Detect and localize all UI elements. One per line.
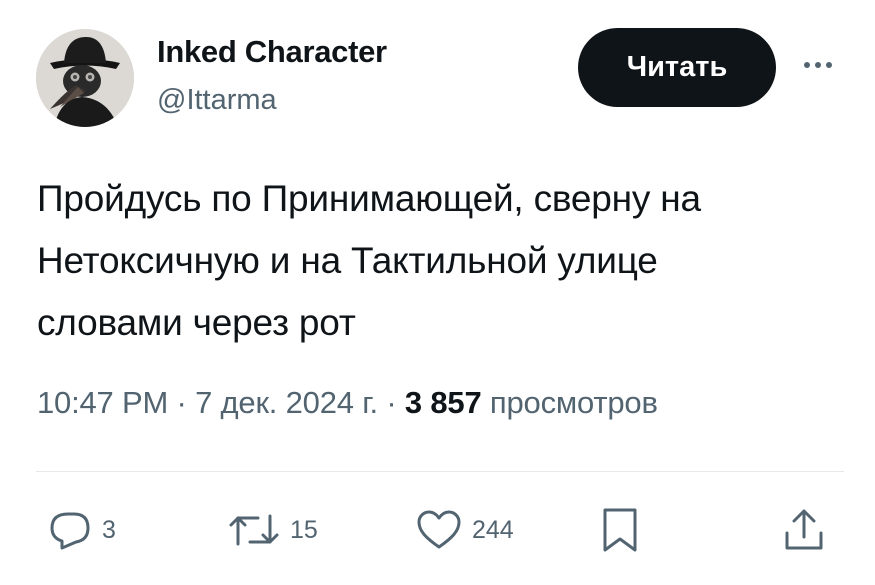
tweet-date[interactable]: 7 дек. 2024 г. [195, 385, 378, 420]
meta-separator: · [386, 385, 397, 420]
ellipsis-icon [804, 62, 832, 68]
like-button[interactable]: 244 [416, 505, 514, 555]
like-count: 244 [472, 515, 514, 544]
avatar[interactable] [36, 29, 134, 127]
retweet-count: 15 [290, 515, 318, 544]
divider [36, 471, 844, 472]
share-icon [785, 509, 823, 550]
retweet-button[interactable]: 15 [228, 505, 318, 555]
retweet-icon [229, 514, 279, 546]
bookmark-icon [603, 508, 637, 552]
tweet: Inked Character @Ittarma Читать Пройдусь… [0, 0, 875, 585]
tweet-text: Пройдусь по Принимающей, сверну на Неток… [37, 168, 837, 354]
reply-count: 3 [102, 515, 116, 544]
tweet-text-line: Пройдусь по Принимающей, сверну на [37, 178, 701, 219]
tweet-text-line: словами через рот [37, 302, 356, 343]
reply-button[interactable]: 3 [48, 505, 116, 555]
views-label: просмотров [489, 385, 658, 420]
avatar-image [36, 29, 134, 127]
more-options-button[interactable] [796, 50, 840, 80]
meta-separator: · [176, 385, 187, 420]
author-handle[interactable]: @Ittarma [157, 84, 277, 117]
share-button[interactable] [782, 505, 826, 555]
tweet-time[interactable]: 10:47 PM [37, 385, 168, 420]
views-count: 3 857 [404, 385, 482, 420]
follow-button[interactable]: Читать [578, 28, 776, 107]
tweet-text-line: Нетоксичную и на Тактильной улице [37, 240, 658, 281]
reply-icon [50, 512, 90, 550]
heart-icon [417, 510, 461, 549]
tweet-meta: 10:47 PM · 7 дек. 2024 г. · 3 857 просмо… [37, 385, 658, 421]
author-name[interactable]: Inked Character [157, 34, 387, 70]
bookmark-button[interactable] [600, 505, 640, 555]
